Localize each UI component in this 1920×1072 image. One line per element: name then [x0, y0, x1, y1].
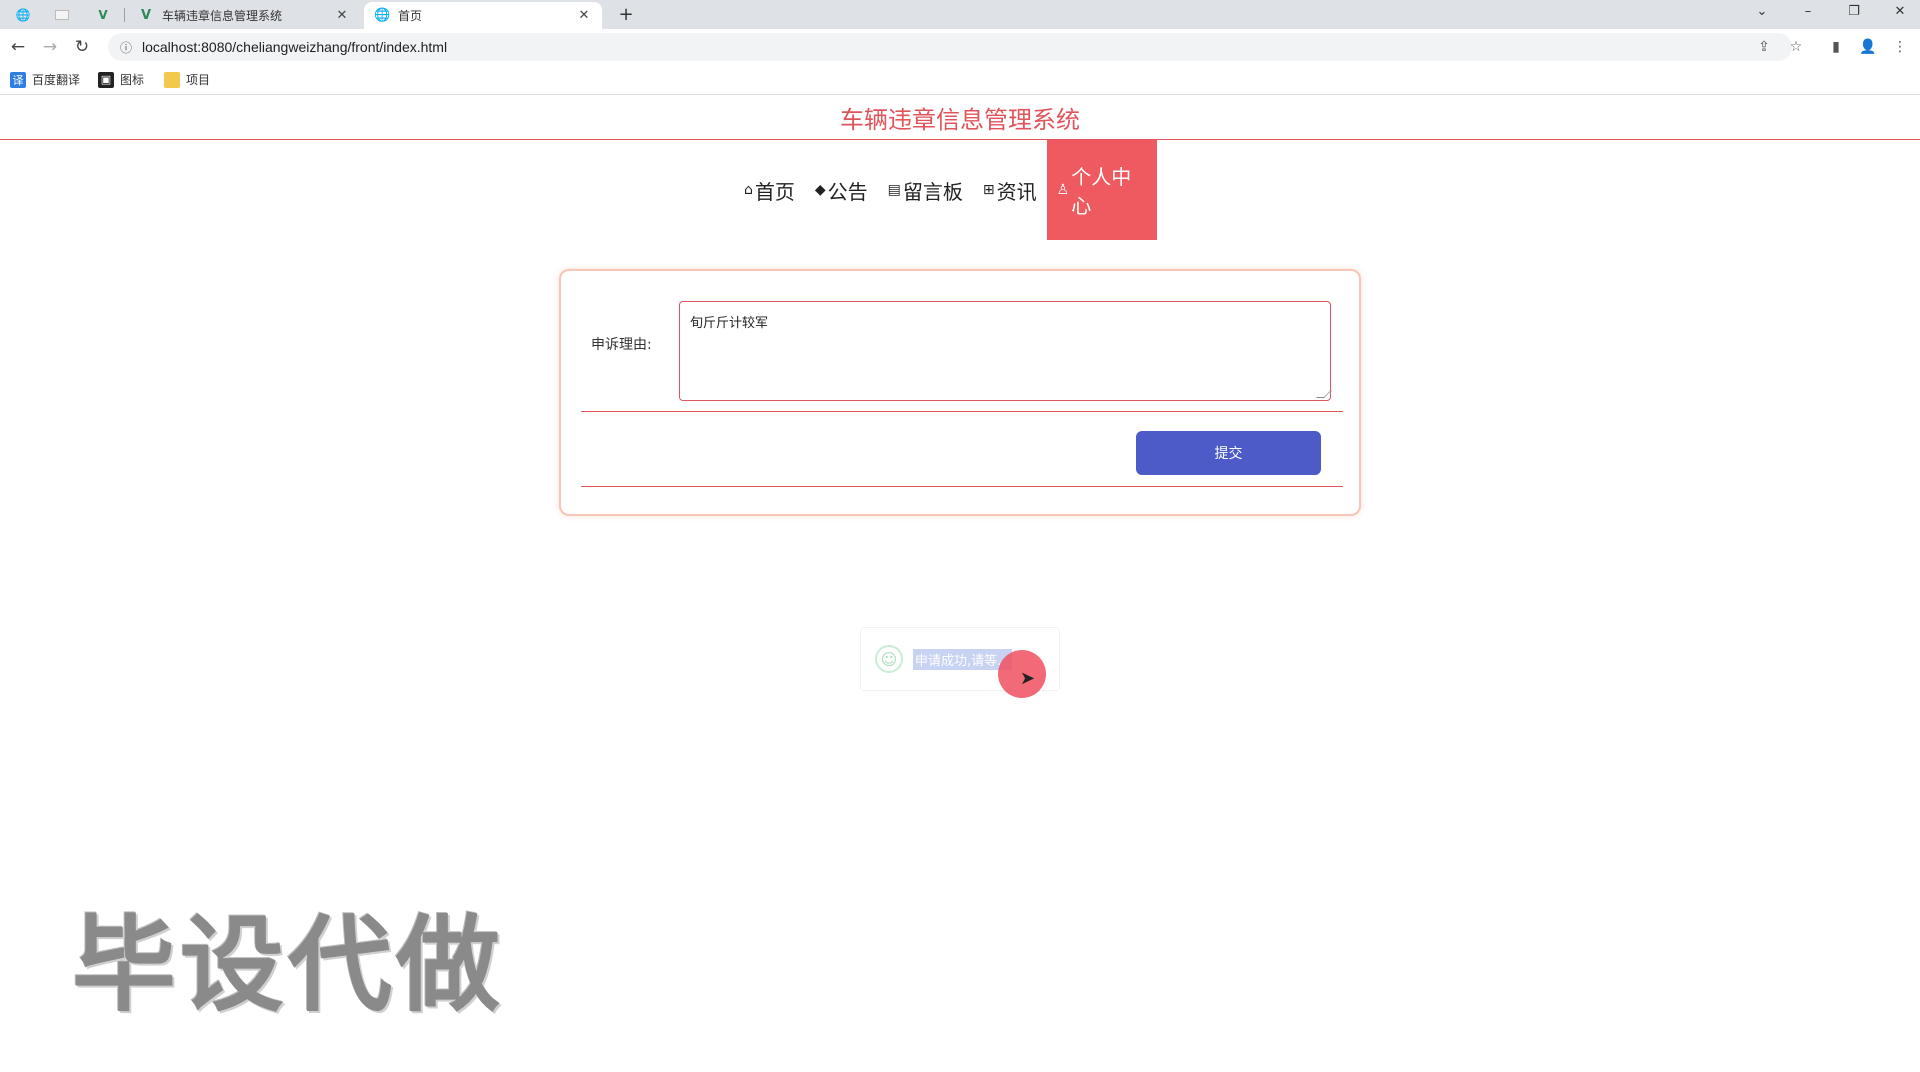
back-button[interactable]: ← — [6, 35, 30, 59]
pinned-tab-vue[interactable]: V — [88, 4, 118, 26]
layers-icon: ◆ — [814, 182, 826, 198]
grid-icon: ⊞ — [982, 182, 995, 198]
bookmark-label: 图标 — [120, 73, 145, 87]
tab-separator — [124, 8, 125, 22]
forward-button[interactable]: → — [38, 35, 62, 59]
url-text[interactable]: localhost:8080/cheliangweizhang/front/in… — [142, 39, 447, 55]
site-title: 车辆违章信息管理系统 — [840, 106, 1080, 134]
share-icon[interactable]: ⇪ — [1752, 35, 1776, 59]
reload-button[interactable]: ↻ — [70, 35, 94, 59]
nav-item-news[interactable]: ⊞ 资讯 — [973, 140, 1047, 240]
tab-title: 首页 — [398, 9, 423, 23]
info-icon[interactable]: ⓘ — [116, 39, 136, 56]
pinned-tab-blank[interactable] — [47, 4, 77, 26]
bookmark-star-icon[interactable]: ☆ — [1784, 35, 1808, 59]
browser-toolbar: ← → ↻ ⓘ localhost:8080/cheliangweizhang/… — [0, 29, 1920, 65]
reason-value: 旬斤斤计较军 — [690, 316, 769, 331]
watermark-text: 毕设代做 — [72, 904, 505, 1026]
vue-icon: V — [98, 8, 108, 22]
nav-label: 首页 — [754, 179, 795, 204]
nav-label: 公告 — [827, 179, 868, 204]
profile-icon[interactable]: 👤 — [1856, 35, 1880, 59]
address-bar[interactable]: ⓘ localhost:8080/cheliangweizhang/front/… — [108, 33, 1792, 61]
bookmark-baidu-translate[interactable]: 译 百度翻译 — [10, 71, 80, 88]
blank-page-icon — [55, 10, 69, 20]
nav-item-notice[interactable]: ◆ 公告 — [805, 140, 878, 240]
pinned-tab-globe[interactable]: 🌐 — [8, 4, 38, 26]
nav-item-messageboard[interactable]: ▤ 留言板 — [878, 140, 973, 240]
menu-icon[interactable]: ⋮ — [1888, 35, 1912, 59]
reason-label: 申诉理由: — [591, 337, 652, 353]
user-icon: ♙ — [1056, 182, 1070, 198]
appeal-form-card: 申诉理由: 旬斤斤计较军 提交 — [559, 269, 1361, 516]
note-icon: ▤ — [887, 182, 901, 198]
vue-icon: V — [140, 8, 152, 23]
tab-title: 车辆违章信息管理系统 — [162, 9, 283, 23]
globe-icon: 🌐 — [374, 8, 391, 23]
nav-label: 个人中心 — [1071, 165, 1132, 218]
smile-icon: ☺ — [875, 645, 903, 673]
bookmark-icons[interactable]: ▣ 图标 — [98, 71, 144, 88]
form-divider — [581, 486, 1343, 487]
tab-search-icon[interactable]: ⌄ — [1742, 0, 1782, 22]
bookmark-projects[interactable]: 项目 — [164, 71, 210, 88]
home-icon: ⌂ — [744, 182, 753, 198]
nav-item-personal-center[interactable]: ♙ 个人中心 — [1046, 140, 1157, 240]
globe-icon: 🌐 — [15, 8, 31, 22]
mouse-cursor-icon: ➤ — [1020, 668, 1036, 689]
toast-message: 申请成功,请等... — [913, 648, 1012, 670]
close-tab-icon[interactable]: ✕ — [334, 8, 350, 23]
bookmarks-bar: 译 百度翻译 ▣ 图标 项目 — [0, 65, 1920, 95]
bookmark-label: 项目 — [186, 73, 211, 87]
resize-handle[interactable] — [1316, 390, 1332, 398]
restore-button[interactable]: ❐ — [1834, 0, 1874, 22]
tab-system[interactable]: V 车辆违章信息管理系统 ✕ — [128, 2, 360, 29]
image-icon: ▣ — [98, 71, 114, 88]
main-nav: ⌂ 首页 ◆ 公告 ▤ 留言板 ⊞ 资讯 ♙ 个人中心 — [734, 140, 1157, 240]
nav-label: 留言板 — [902, 179, 963, 204]
close-tab-icon[interactable]: ✕ — [576, 8, 592, 23]
form-divider — [581, 411, 1343, 412]
folder-icon — [164, 71, 180, 88]
minimize-button[interactable]: – — [1788, 0, 1828, 22]
nav-item-home[interactable]: ⌂ 首页 — [734, 140, 805, 240]
nav-label: 资讯 — [996, 179, 1037, 204]
tab-home[interactable]: 🌐 首页 ✕ — [364, 2, 602, 29]
bookmark-label: 百度翻译 — [32, 73, 81, 87]
browser-tabbar: 🌐 V V 车辆违章信息管理系统 ✕ 🌐 首页 ✕ + ⌄ – ❐ ✕ — [0, 0, 1920, 29]
reason-textarea[interactable]: 旬斤斤计较军 — [679, 301, 1332, 401]
new-tab-button[interactable]: + — [614, 2, 638, 26]
translate-icon: 译 — [10, 71, 26, 88]
submit-button[interactable]: 提交 — [1136, 431, 1321, 475]
side-panel-icon[interactable]: ▮ — [1824, 35, 1848, 59]
close-window-button[interactable]: ✕ — [1880, 0, 1920, 22]
